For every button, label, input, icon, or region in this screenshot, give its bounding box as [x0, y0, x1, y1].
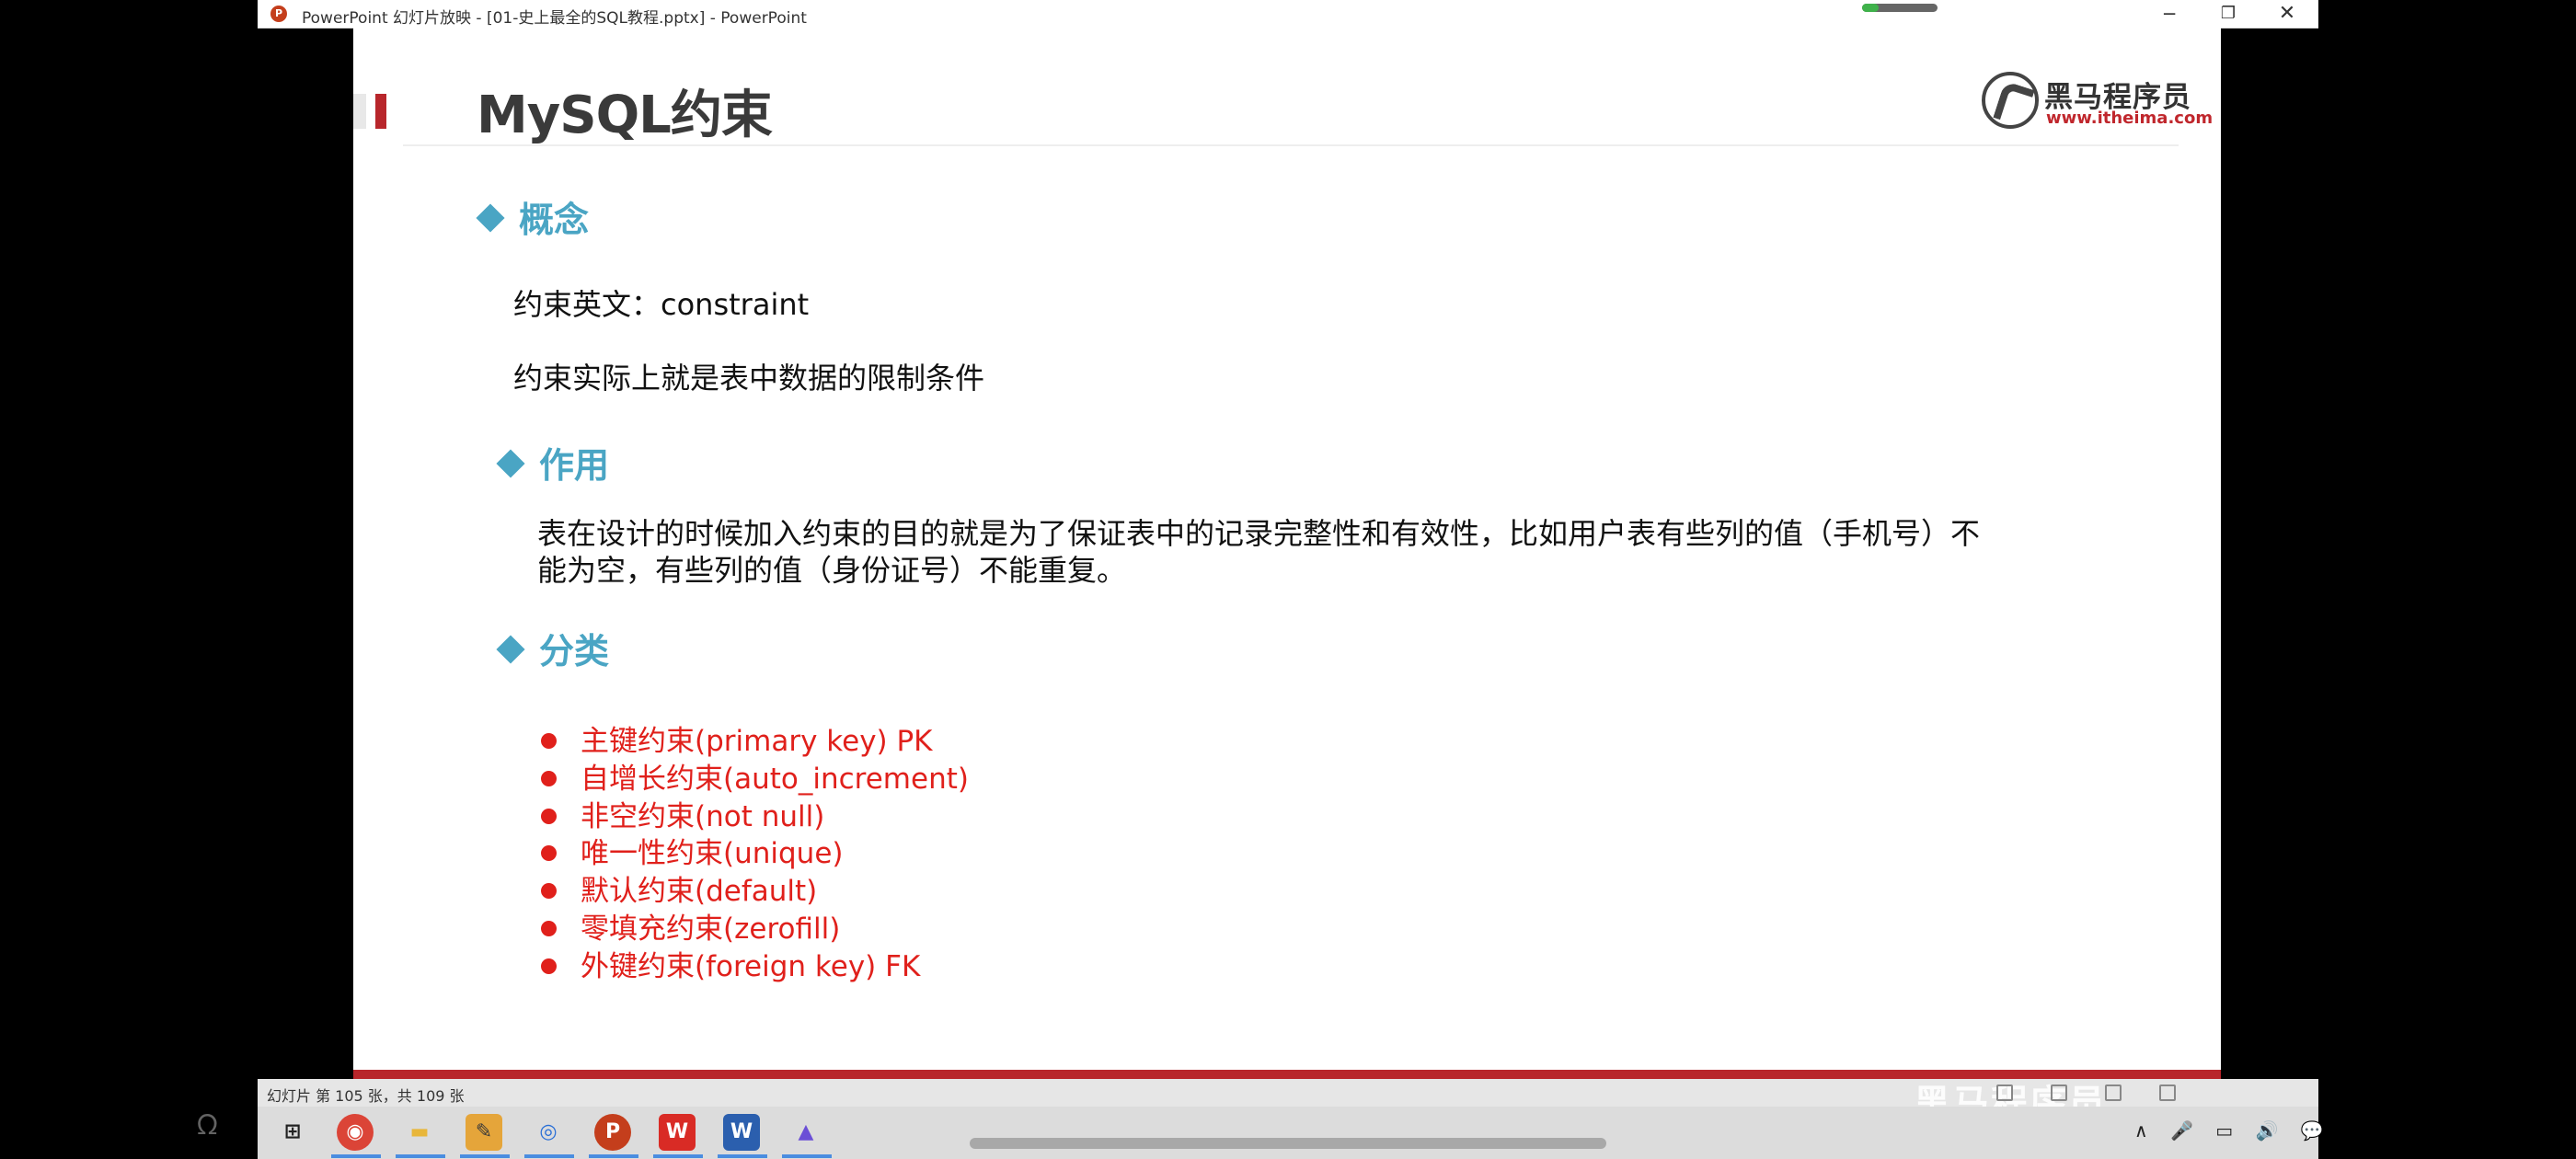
- word-icon[interactable]: W: [723, 1114, 760, 1151]
- horse-logo-icon: [1982, 72, 2039, 129]
- title-accent-red: [375, 94, 386, 129]
- section-heading-concept: 概念: [476, 191, 589, 242]
- diamond-bullet-icon: [496, 449, 525, 478]
- list-item: 主键约束(primary key) PK: [541, 723, 969, 761]
- red-dot-bullet-icon: [541, 808, 557, 824]
- close-button[interactable]: ✕: [2258, 0, 2317, 28]
- reading-view-icon[interactable]: [2105, 1084, 2122, 1101]
- title-accent-grey: [353, 94, 366, 129]
- brand-logo: 黑马程序员 www.itheima.com: [1982, 70, 2213, 134]
- red-dot-bullet-icon: [541, 733, 557, 749]
- speaker-icon[interactable]: 🔊: [2256, 1119, 2279, 1142]
- slide-sorter-icon[interactable]: [2051, 1084, 2068, 1101]
- list-item: 唯一性约束(unique): [541, 835, 969, 873]
- list-item: 非空约束(not null): [541, 798, 969, 836]
- window-titlebar: P PowerPoint 幻灯片放映 - [01-史上最全的SQL教程.pptx…: [258, 0, 2318, 29]
- progress-indicator: [1862, 4, 1938, 12]
- red-dot-bullet-icon: [541, 920, 557, 936]
- list-item: 自增长约束(auto_increment): [541, 761, 969, 798]
- taskbar: ⊞ ◉ ▬ ✎ ◎ P W W ▲ ∧ 🎤 ▭ 🔊 💬: [258, 1107, 2324, 1159]
- battery-icon[interactable]: ▭: [2215, 1119, 2233, 1142]
- role-paragraph: 表在设计的时候加入约束的目的就是为了保证表中的记录完整性和有效性，比如用户表有些…: [537, 516, 1981, 588]
- windows-start-icon[interactable]: ⊞: [274, 1114, 311, 1151]
- red-dot-bullet-icon: [541, 883, 557, 900]
- section-heading-classification: 分类: [496, 623, 609, 673]
- slideshow-icon[interactable]: [2159, 1084, 2177, 1101]
- browser-icon[interactable]: ◎: [530, 1114, 567, 1151]
- normal-view-icon[interactable]: [1996, 1084, 2013, 1101]
- minimize-button[interactable]: ─: [2140, 0, 2199, 28]
- active-indicator: [782, 1154, 832, 1158]
- active-indicator: [460, 1154, 510, 1158]
- window-title: PowerPoint 幻灯片放映 - [01-史上最全的SQL教程.pptx] …: [302, 9, 807, 28]
- active-indicator: [524, 1154, 574, 1158]
- notification-icon[interactable]: 💬: [2301, 1119, 2324, 1142]
- powerpoint-icon[interactable]: P: [594, 1114, 631, 1151]
- restore-button[interactable]: ❐: [2199, 0, 2258, 28]
- list-item: 外键约束(foreign key) FK: [541, 948, 969, 986]
- slide-title: MySQL约束: [477, 86, 773, 145]
- red-dot-bullet-icon: [541, 770, 557, 786]
- overlay-text: ᘯ: [197, 1109, 218, 1142]
- horizontal-scrollbar[interactable]: [970, 1138, 1606, 1149]
- section-heading-role: 作用: [496, 437, 609, 488]
- slideshow-statusbar: 幻灯片 第 105 张，共 109 张 黑马程序员: [258, 1079, 2318, 1125]
- app-icon[interactable]: ✎: [466, 1114, 502, 1151]
- diamond-bullet-icon: [496, 635, 525, 664]
- diamond-bullet-icon: [476, 203, 505, 233]
- red-dot-bullet-icon: [541, 845, 557, 862]
- active-indicator: [589, 1154, 638, 1158]
- active-indicator: [653, 1154, 703, 1158]
- active-indicator: [396, 1154, 445, 1158]
- list-item: 默认约束(default): [541, 873, 969, 911]
- wps-icon[interactable]: W: [659, 1114, 696, 1151]
- powerpoint-icon: P: [270, 6, 287, 22]
- logo-url-text: www.itheima.com: [2046, 109, 2214, 128]
- file-explorer-icon[interactable]: ▬: [401, 1114, 438, 1151]
- concept-line: 约束实际上就是表中数据的限制条件: [513, 361, 985, 396]
- microphone-icon[interactable]: 🎤: [2170, 1119, 2193, 1142]
- red-dot-bullet-icon: [541, 958, 557, 974]
- system-tray: ∧ 🎤 ▭ 🔊 💬: [2134, 1119, 2340, 1142]
- constraint-list: 主键约束(primary key) PK 自增长约束(auto_incremen…: [541, 723, 969, 986]
- slide-counter: 幻灯片 第 105 张，共 109 张: [267, 1087, 465, 1105]
- view-controls: [1996, 1084, 2309, 1103]
- mountain-app-icon[interactable]: ▲: [788, 1114, 824, 1151]
- chrome-icon[interactable]: ◉: [337, 1114, 374, 1151]
- active-indicator: [331, 1154, 381, 1158]
- list-item: 零填充约束(zerofill): [541, 911, 969, 948]
- concept-line: 约束英文：constraint: [513, 287, 810, 322]
- title-divider: [403, 144, 2179, 146]
- chevron-up-icon[interactable]: ∧: [2134, 1119, 2148, 1142]
- active-indicator: [718, 1154, 767, 1158]
- slide[interactable]: MySQL约束 黑马程序员 www.itheima.com 概念 约束英文：co…: [353, 28, 2221, 1079]
